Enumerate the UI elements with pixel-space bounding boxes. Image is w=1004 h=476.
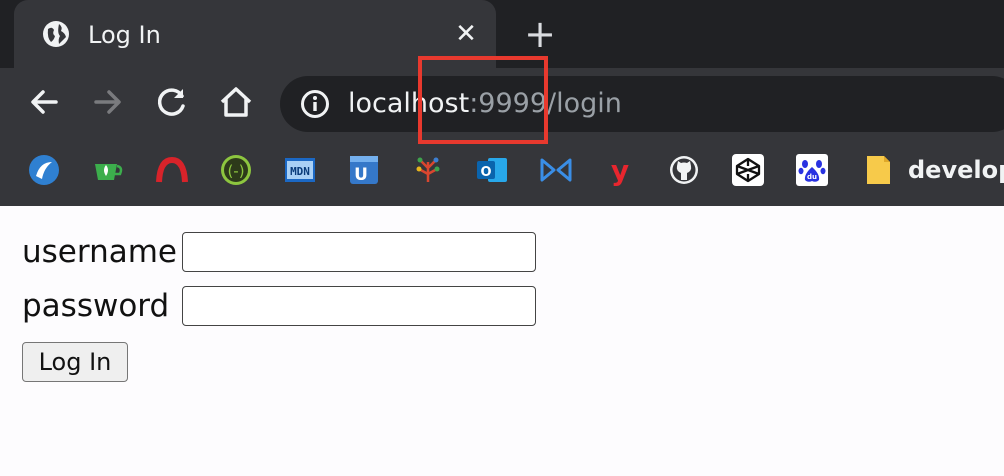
green-parens-bookmark-icon[interactable]: (-): [218, 152, 254, 188]
new-tab-button[interactable]: +: [522, 15, 558, 53]
home-icon[interactable]: [216, 82, 256, 122]
reload-icon[interactable]: [152, 82, 192, 122]
log-in-button[interactable]: Log In: [22, 342, 128, 382]
baidu-paw-bookmark-icon[interactable]: du: [794, 152, 830, 188]
toolbar: localhost:9999/login: [0, 68, 1004, 140]
page-content: username password Log In: [0, 206, 1004, 476]
colorful-tree-bookmark-icon[interactable]: [410, 152, 446, 188]
password-input[interactable]: [182, 286, 536, 326]
svg-text:O: O: [480, 165, 491, 180]
tab-log-in[interactable]: Log In ✕: [14, 0, 496, 68]
blue-u-bookmark-icon[interactable]: U: [346, 152, 382, 188]
svg-text:y: y: [611, 154, 629, 187]
blue-bowtie-bookmark-icon[interactable]: [538, 152, 574, 188]
bookmarks-bar: (-) MDN U O y du develop: [0, 140, 1004, 206]
tab-strip: Log In ✕ +: [0, 0, 1004, 68]
svg-text:U: U: [354, 165, 368, 185]
svg-text:du: du: [807, 173, 817, 181]
back-arrow-icon[interactable]: [24, 82, 64, 122]
red-y-bookmark-icon[interactable]: y: [602, 152, 638, 188]
codepen-bookmark-icon[interactable]: [730, 152, 766, 188]
info-icon[interactable]: [300, 89, 330, 119]
globe-icon: [42, 20, 70, 48]
tab-title: Log In: [88, 21, 161, 49]
forward-arrow-icon[interactable]: [88, 82, 128, 122]
red-arch-bookmark-icon[interactable]: [154, 152, 190, 188]
github-bookmark-icon[interactable]: [666, 152, 702, 188]
url-path: :9999/login: [469, 88, 622, 119]
green-cup-bookmark-icon[interactable]: [90, 152, 126, 188]
username-input[interactable]: [182, 232, 536, 272]
svg-text:MDN: MDN: [290, 165, 310, 178]
outlook-bookmark-icon[interactable]: O: [474, 152, 510, 188]
svg-text:(-): (-): [227, 162, 244, 180]
password-label: password: [22, 288, 170, 324]
browser-chrome: Log In ✕ + localhost:9999/login (-) MDN …: [0, 0, 1004, 206]
username-label: username: [22, 234, 177, 270]
url-text[interactable]: localhost:9999/login: [348, 87, 622, 121]
mdn-bookmark-icon[interactable]: MDN: [282, 152, 318, 188]
folder-icon[interactable]: [860, 152, 896, 188]
address-bar[interactable]: localhost:9999/login: [280, 76, 1004, 132]
url-host: localhost: [348, 88, 470, 119]
close-icon[interactable]: ✕: [450, 18, 482, 50]
blue-circle-bookmark-icon[interactable]: [26, 152, 62, 188]
bookmark-folder-develop[interactable]: develop: [908, 154, 1004, 186]
